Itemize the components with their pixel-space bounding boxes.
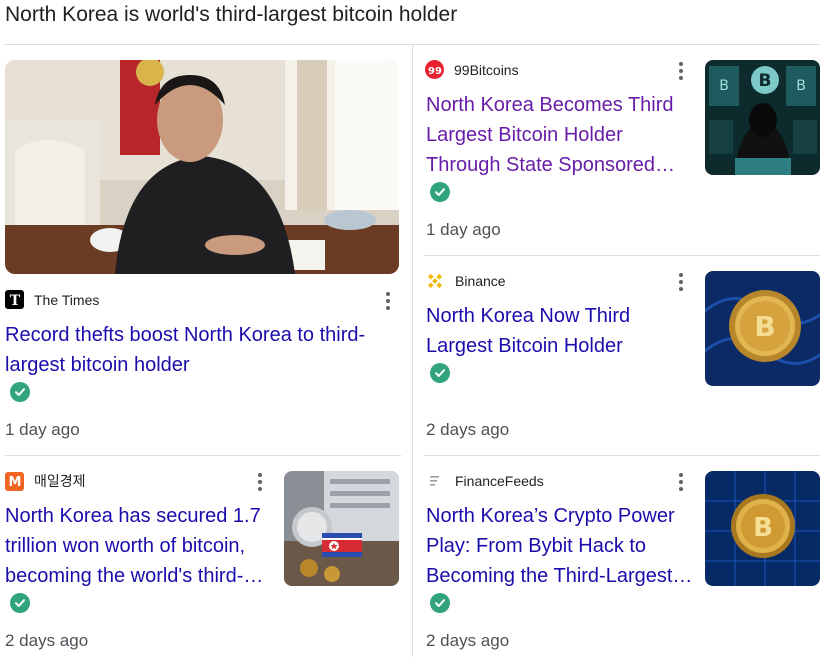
story-age: 2 days ago [426, 631, 510, 650]
verified-check-icon [10, 382, 30, 402]
story-title[interactable]: North Korea Becomes Third Largest Bitcoi… [426, 90, 696, 180]
column-divider [412, 44, 413, 657]
more-vert-icon [258, 473, 262, 477]
source-name: Binance [455, 273, 506, 289]
source-financefeeds[interactable]: FinanceFeeds [425, 471, 544, 491]
svg-text:T: T [9, 293, 20, 307]
verified-check-icon [430, 593, 450, 613]
story-image[interactable] [5, 60, 399, 274]
binance-logo-icon [425, 271, 445, 291]
story-age: 2 days ago [426, 420, 510, 439]
more-options-button[interactable] [379, 290, 397, 312]
story-title[interactable]: North Korea has secured 1.7 trillion won… [5, 501, 280, 591]
more-vert-icon [386, 292, 390, 296]
source-name: FinanceFeeds [455, 473, 544, 489]
divider [5, 455, 401, 456]
story-age: 1 day ago [426, 220, 501, 239]
svg-text:B: B [759, 71, 772, 91]
svg-text:B: B [754, 310, 775, 343]
verified-check-icon [430, 182, 450, 202]
maeil-m-logo-icon: M [5, 471, 24, 491]
story-thumbnail[interactable]: B [705, 471, 820, 586]
story-thumbnail[interactable]: B B B [705, 60, 820, 175]
story-age: 1 day ago [5, 420, 80, 439]
more-vert-icon [679, 473, 683, 477]
source-binance[interactable]: Binance [425, 271, 506, 291]
source-name: The Times [34, 291, 100, 308]
more-options-button[interactable] [251, 471, 269, 493]
verified-check-icon [430, 363, 450, 383]
svg-text:B: B [796, 78, 806, 94]
source-name: 매일경제 [34, 473, 86, 489]
divider [424, 255, 820, 256]
story-thumbnail[interactable]: B [705, 271, 820, 386]
verified-check-icon [10, 593, 30, 613]
story-title[interactable]: North Korea’s Crypto Power Play: From By… [426, 501, 701, 591]
story-title[interactable]: North Korea Now Third Largest Bitcoin Ho… [426, 301, 696, 361]
svg-text:B: B [719, 78, 729, 94]
more-options-button[interactable] [672, 471, 690, 493]
source-name: 99Bitcoins [454, 61, 519, 78]
story-age: 2 days ago [5, 631, 89, 650]
svg-text:B: B [753, 513, 773, 543]
svg-text:M: M [8, 475, 21, 488]
svg-text:99: 99 [428, 66, 442, 77]
more-vert-icon [679, 62, 683, 66]
source-99bitcoins[interactable]: 99 99Bitcoins [425, 60, 519, 79]
99bitcoins-logo-icon: 99 [425, 60, 444, 79]
financefeeds-logo-icon [425, 471, 445, 491]
source-the-times[interactable]: T The Times [5, 290, 99, 309]
more-options-button[interactable] [672, 60, 690, 82]
divider [424, 455, 820, 456]
more-vert-icon [679, 273, 683, 277]
page-heading: North Korea is world's third-largest bit… [5, 3, 458, 26]
times-t-logo-icon: T [5, 290, 24, 309]
more-options-button[interactable] [672, 271, 690, 293]
story-title[interactable]: Record thefts boost North Korea to third… [5, 320, 405, 380]
source-maeil[interactable]: M 매일경제 [5, 471, 86, 491]
story-thumbnail[interactable] [284, 471, 399, 586]
